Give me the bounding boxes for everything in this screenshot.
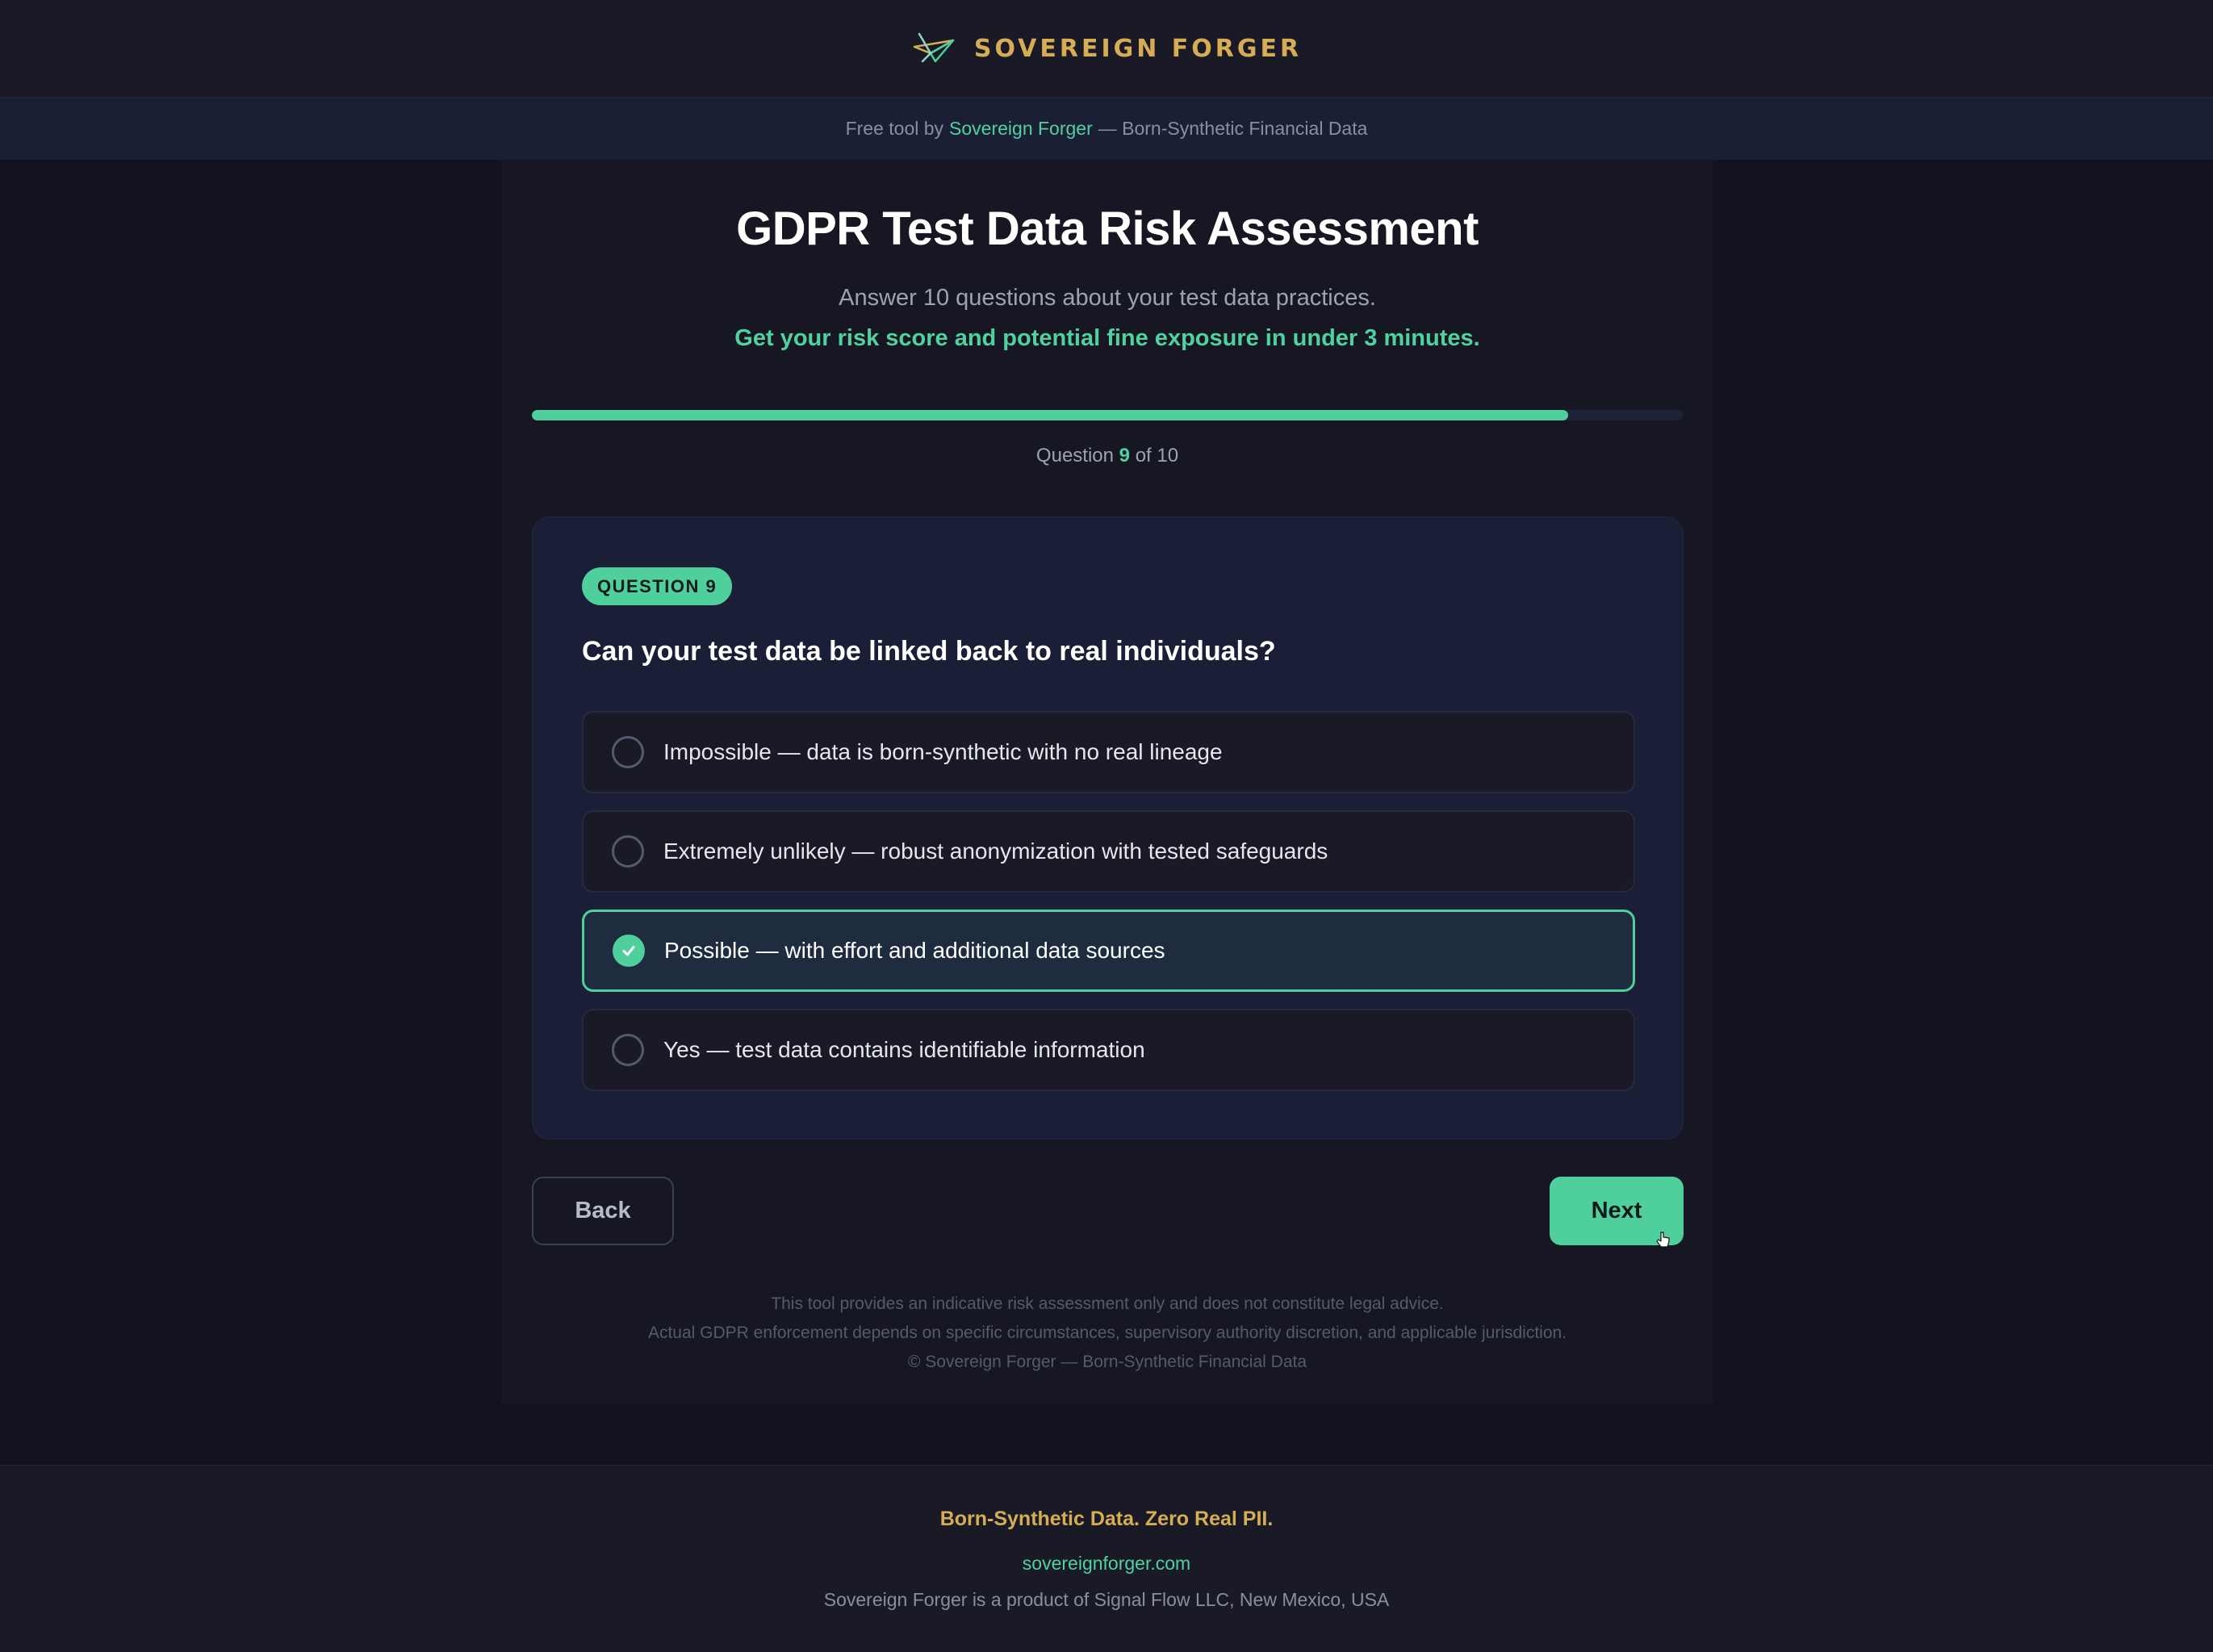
answer-option-label: Possible — with effort and additional da… (664, 938, 1165, 963)
question-text: Can your test data be linked back to rea… (582, 636, 1276, 667)
answer-option[interactable]: Extremely unlikely — robust anonymizatio… (582, 810, 1635, 893)
radio-button[interactable] (612, 835, 644, 868)
progress-bar (532, 410, 1684, 420)
paper-plane-logo-icon (913, 32, 955, 63)
progress-of: of (1135, 445, 1152, 466)
page-subtitle: Answer 10 questions about your test data… (839, 285, 1376, 311)
page-subtitle-highlight: Get your risk score and potential fine e… (734, 325, 1480, 351)
progress-bar-fill (532, 410, 1569, 420)
answer-option[interactable]: Impossible — data is born-synthetic with… (582, 711, 1635, 793)
progress-total: 10 (1157, 445, 1179, 466)
progress-text: Question 9 of 10 (501, 445, 1713, 467)
attribution-bar: Free tool by Sovereign Forger — Born-Syn… (0, 98, 2213, 160)
radio-button[interactable] (612, 1034, 644, 1066)
brand-name: SOVEREIGN FORGER (973, 34, 1303, 63)
attribution-prefix: Free tool by (845, 118, 944, 139)
radio-button-checked[interactable] (613, 935, 645, 967)
attribution-suffix: — Born-Synthetic Financial Data (1098, 118, 1368, 139)
progress-current: 9 (1119, 445, 1131, 466)
brand[interactable]: SOVEREIGN FORGER (911, 29, 1302, 68)
footer-company-note: Sovereign Forger is a product of Signal … (823, 1589, 1390, 1610)
progress-prefix: Question (1035, 445, 1114, 466)
sovereign-forger-link[interactable]: Sovereign Forger (949, 118, 1093, 140)
answer-option-label: Extremely unlikely — robust anonymizatio… (663, 839, 1328, 864)
question-card: QUESTION 9 Can your test data be linked … (532, 517, 1684, 1140)
page-footer: Born-Synthetic Data. Zero Real PII. sove… (0, 1465, 2213, 1652)
answer-option-label: Impossible — data is born-synthetic with… (663, 739, 1223, 764)
copyright-line: © Sovereign Forger — Born-Synthetic Fina… (907, 1353, 1307, 1371)
pointer-cursor-icon (1656, 1232, 1670, 1248)
disclaimer-line: Actual GDPR enforcement depends on speci… (647, 1324, 1567, 1342)
disclaimer-line: This tool provides an indicative risk as… (771, 1294, 1444, 1313)
radio-button[interactable] (612, 736, 644, 768)
back-button[interactable]: Back (532, 1177, 674, 1245)
disclaimer: This tool provides an indicative risk as… (501, 1290, 1713, 1377)
question-badge: QUESTION 9 (582, 567, 733, 605)
checkmark-icon (622, 946, 635, 956)
assessment-panel: GDPR Test Data Risk Assessment Answer 10… (501, 160, 1713, 1403)
top-header: SOVEREIGN FORGER (0, 0, 2213, 98)
answer-option[interactable]: Possible — with effort and additional da… (582, 910, 1635, 992)
footer-website-link[interactable]: sovereignforger.com (0, 1553, 2213, 1575)
page-title: GDPR Test Data Risk Assessment (736, 203, 1479, 255)
footer-tagline: Born-Synthetic Data. Zero Real PII. (939, 1508, 1274, 1530)
answer-option[interactable]: Yes — test data contains identifiable in… (582, 1009, 1635, 1091)
answer-option-label: Yes — test data contains identifiable in… (663, 1037, 1145, 1062)
